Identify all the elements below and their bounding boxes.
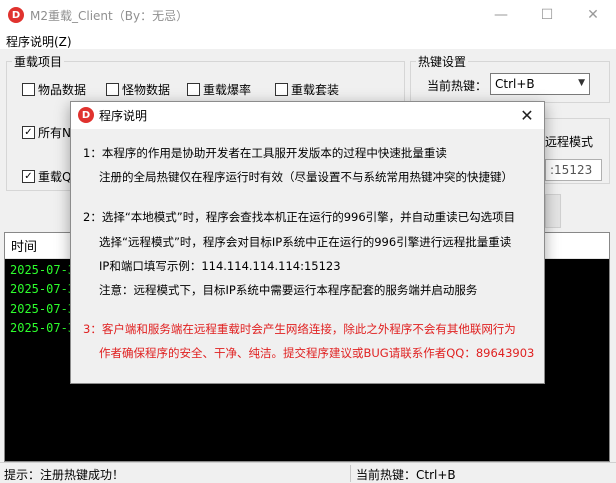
info-line: 1：本程序的作用是协助开发者在工具服开发版本的过程中快速批量重读 — [83, 146, 447, 160]
info-line: IP和端口填写示例：114.114.114.114:15123 — [99, 259, 341, 273]
log-line: 2025-07-3 — [10, 321, 76, 335]
warning-line: 3：客户端和服务端在远程重载时会产生网络连接，除此之外程序不会有其他联网行为 — [83, 322, 516, 336]
hotkey-dropdown[interactable]: Ctrl+B ▼ — [490, 73, 590, 95]
dialog-body: 1：本程序的作用是协助开发者在工具服开发版本的过程中快速批量重读 注册的全局热键… — [71, 129, 544, 383]
program-info-dialog: D 程序说明 ✕ 1：本程序的作用是协助开发者在工具服开发版本的过程中快速批量重… — [70, 101, 545, 384]
info-line: 注意：远程模式下，目标IP系统中需要运行本程序配套的服务端并启动服务 — [99, 283, 478, 297]
chevron-down-icon: ▼ — [578, 78, 585, 88]
log-line: 2025-07-3 — [10, 263, 76, 277]
ip-port-field[interactable]: :15123 — [545, 159, 602, 181]
status-hotkey: 当前热键：Ctrl+B — [356, 468, 456, 482]
menu-item-program-info[interactable]: 程序说明(Z) — [6, 33, 72, 50]
dialog-title: 程序说明 — [99, 109, 148, 123]
current-hotkey-label: 当前热键： — [427, 79, 488, 93]
checkbox-label: 重载套装 — [291, 83, 340, 97]
menu-bar: 程序说明(Z) — [0, 30, 616, 50]
hotkey-settings-title: 热键设置 — [416, 53, 469, 70]
main-window: D M2重载_Client（By：无忌） — ☐ ✕ 程序说明(Z) 重载项目 … — [0, 0, 616, 483]
title-bar[interactable]: D M2重载_Client（By：无忌） — ☐ ✕ — [0, 0, 616, 30]
checkbox-box — [187, 83, 200, 96]
checkbox-box — [106, 83, 119, 96]
warning-line: 作者确保程序的安全、干净、纯洁。提交程序建议或BUG请联系作者QQ：896439… — [99, 346, 535, 360]
checkbox-box — [22, 83, 35, 96]
app-logo-icon: D — [8, 7, 24, 23]
checkbox-label: 物品数据 — [38, 83, 87, 97]
close-button[interactable]: ✕ — [570, 0, 616, 30]
checkbox-box — [275, 83, 288, 96]
log-line: 2025-07-3 — [10, 282, 76, 296]
checkbox-drop-rate[interactable]: 重载爆率 — [187, 81, 251, 98]
status-bar: 提示：注册热键成功！ 当前热键：Ctrl+B — [0, 462, 616, 483]
window-title: M2重载_Client（By：无忌） — [30, 9, 189, 23]
checkbox-label: 怪物数据 — [122, 83, 171, 97]
status-message: 提示：注册热键成功！ — [4, 468, 125, 482]
log-line: 2025-07-3 — [10, 302, 76, 316]
reload-items-group-title: 重载项目 — [12, 53, 65, 70]
minimize-button[interactable]: — — [478, 0, 524, 30]
status-divider — [350, 465, 351, 482]
info-line: 2：选择“本地模式”时，程序会查找本机正在运行的996引擎，并自动重读已勾选项目 — [83, 210, 516, 224]
maximize-button[interactable]: ☐ — [524, 0, 570, 30]
info-line: 注册的全局热键仅在程序运行时有效（尽量设置不与系统常用热键冲突的快捷键） — [99, 170, 513, 184]
hotkey-dropdown-value: Ctrl+B — [495, 77, 535, 91]
reload-button[interactable] — [545, 194, 561, 228]
remote-mode-label[interactable]: 远程模式 — [545, 133, 593, 150]
app-logo-icon: D — [78, 107, 94, 123]
dialog-title-bar[interactable]: D 程序说明 ✕ — [71, 102, 544, 129]
info-line: 选择“远程模式”时，程序会对目标IP系统中正在运行的996引擎进行远程批量重读 — [99, 235, 512, 249]
checkbox-monster-data[interactable]: 怪物数据 — [106, 81, 170, 98]
dialog-close-button[interactable]: ✕ — [511, 103, 543, 128]
checkbox-label: 重载爆率 — [203, 83, 252, 97]
checkbox-suit-set[interactable]: 重载套装 — [275, 81, 339, 98]
check-icon: ✓ — [22, 126, 35, 139]
check-icon: ✓ — [22, 170, 35, 183]
checkbox-item-data[interactable]: 物品数据 — [22, 81, 86, 98]
